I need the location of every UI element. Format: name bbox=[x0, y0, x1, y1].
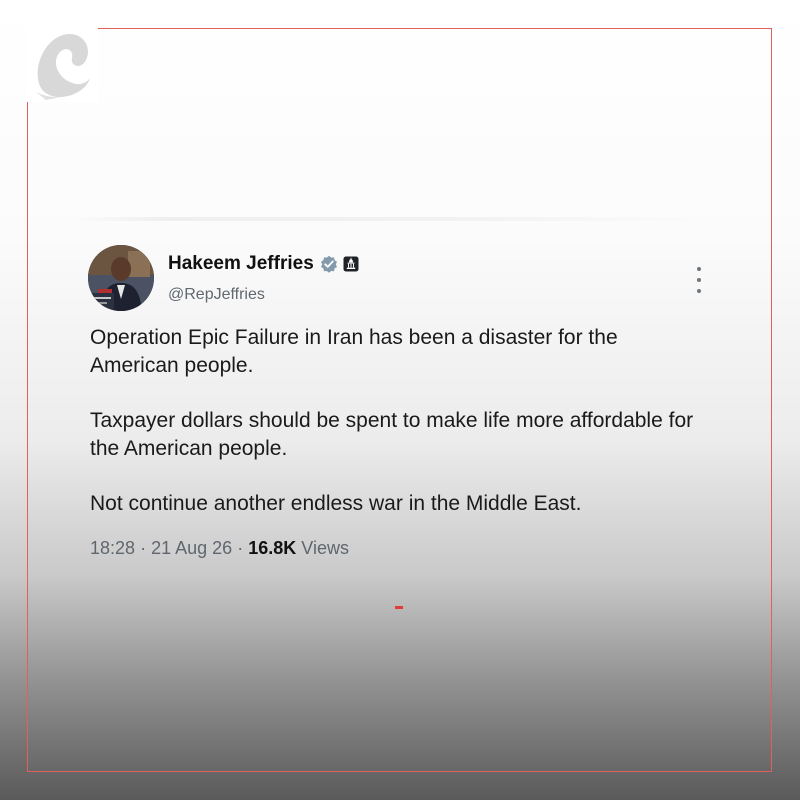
author-name-row: Hakeem Jeffries bbox=[168, 253, 359, 275]
tweet-body: Operation Epic Failure in Iran has been … bbox=[90, 324, 710, 545]
channel-logo bbox=[26, 26, 98, 102]
red-accent-dash bbox=[395, 606, 403, 609]
tweet-date[interactable]: 21 Aug 26 bbox=[151, 538, 232, 558]
avatar[interactable] bbox=[88, 245, 154, 311]
profile-photo-icon bbox=[88, 245, 154, 311]
verified-badge-icon bbox=[320, 255, 338, 273]
swirl-logo-icon bbox=[26, 26, 98, 102]
tweet-paragraph: Operation Epic Failure in Iran has been … bbox=[90, 326, 618, 377]
author-handle[interactable]: @RepJeffries bbox=[168, 286, 265, 304]
views-label: Views bbox=[301, 538, 349, 558]
more-dot bbox=[697, 267, 701, 271]
tweet-paragraph: Taxpayer dollars should be spent to make… bbox=[90, 409, 694, 460]
meta-separator: · bbox=[237, 538, 244, 558]
tweet-time[interactable]: 18:28 bbox=[90, 538, 135, 558]
more-dot bbox=[697, 278, 701, 282]
meta-separator: · bbox=[140, 538, 147, 558]
views-count: 16.8K bbox=[248, 538, 297, 558]
more-options-icon[interactable] bbox=[691, 267, 707, 293]
tweet-metadata: 18:28 · 21 Aug 26 · 16.8K Views bbox=[90, 538, 349, 559]
more-dot bbox=[697, 289, 701, 293]
government-badge-icon bbox=[343, 256, 359, 272]
divider-line bbox=[70, 217, 710, 221]
author-display-name[interactable]: Hakeem Jeffries bbox=[168, 253, 314, 275]
tweet-paragraph: Not continue another endless war in the … bbox=[90, 492, 582, 515]
